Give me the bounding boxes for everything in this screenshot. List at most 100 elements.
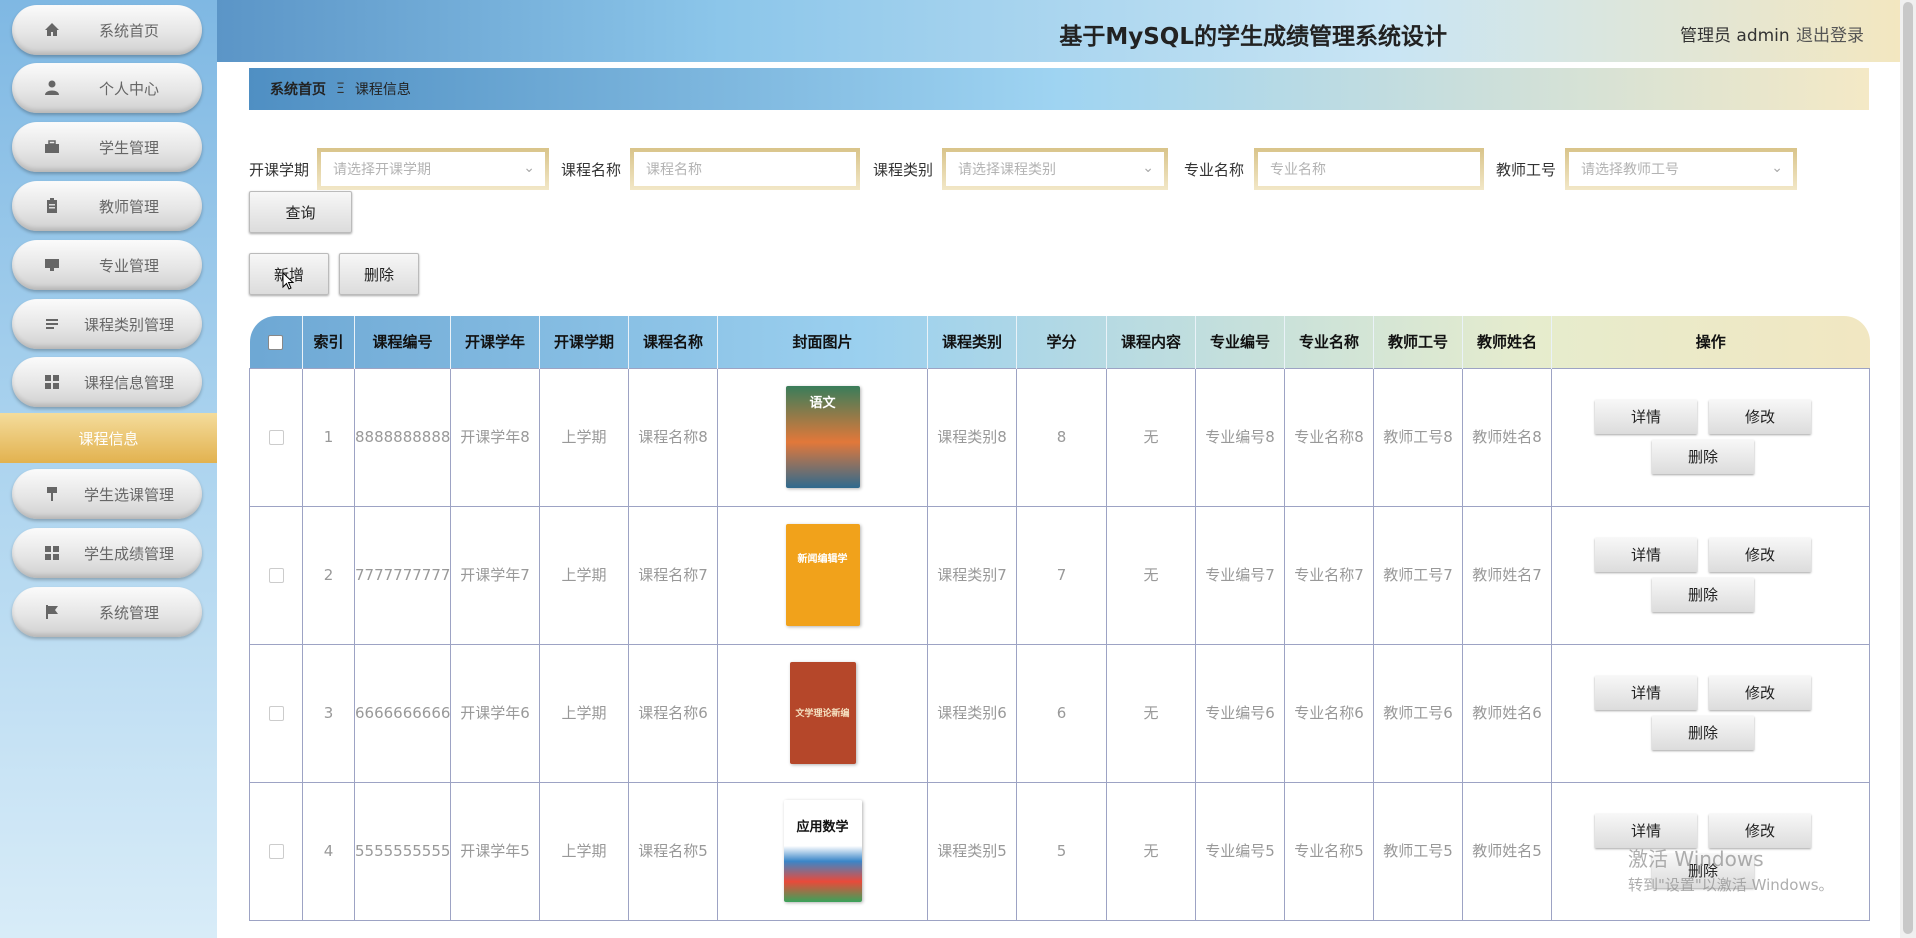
row-select[interactable] — [249, 367, 303, 507]
cell-credit: 7 — [1016, 505, 1107, 645]
major-name-placeholder: 专业名称 — [1270, 162, 1326, 178]
cell-teacher-no: 教师工号6 — [1373, 643, 1463, 783]
cover-image: 文学理论新编 — [789, 662, 856, 764]
sidebar-item-label: 系统首页 — [98, 21, 159, 40]
cell-content: 无 — [1106, 781, 1196, 921]
scrollbar-thumb[interactable] — [1903, 2, 1913, 934]
cell-cover: 新闻编辑学 — [717, 505, 928, 645]
sidebar-item-label: 教师管理 — [98, 197, 159, 216]
sidebar-item-course-types[interactable]: 课程类别管理 — [12, 299, 202, 349]
cell-major-name: 专业名称7 — [1284, 505, 1374, 645]
query-button[interactable]: 查询 — [249, 191, 352, 233]
course-type-select[interactable]: 请选择课程类别 ⌄ — [942, 148, 1168, 190]
sidebar-item-label: 学生成绩管理 — [83, 544, 174, 563]
cover-title: 文学理论新编 — [795, 709, 850, 719]
cell-index: 3 — [302, 643, 355, 783]
table-row: 1 8888888888 开课学年8 上学期 课程名称8 语文 课程类别8 8 … — [249, 367, 1870, 507]
delete-button[interactable]: 删除 — [339, 253, 419, 295]
sidebar-item-grades[interactable]: 学生成绩管理 — [12, 528, 202, 578]
cell-credit: 6 — [1016, 643, 1107, 783]
row-checkbox[interactable] — [268, 706, 284, 721]
teacher-no-placeholder: 请选择教师工号 — [1581, 162, 1679, 178]
grid-icon — [45, 375, 59, 389]
detail-button[interactable]: 详情 — [1595, 676, 1697, 710]
row-delete-button[interactable]: 删除 — [1652, 716, 1754, 750]
col-category: 课程类别 — [927, 316, 1017, 368]
sidebar-item-personal-center[interactable]: 个人中心 — [12, 63, 202, 113]
vertical-scrollbar[interactable] — [1900, 0, 1916, 938]
term-select[interactable]: 请选择开课学期 ⌄ — [317, 148, 549, 190]
edit-button[interactable]: 修改 — [1709, 538, 1811, 572]
col-index: 索引 — [302, 316, 355, 368]
sidebar-item-teachers[interactable]: 教师管理 — [12, 181, 202, 231]
sidebar-item-system[interactable]: 系统管理 — [12, 587, 202, 637]
col-major-name: 专业名称 — [1284, 316, 1374, 368]
course-name-input[interactable]: 课程名称 — [630, 148, 860, 190]
teacher-no-label: 教师工号 — [1496, 161, 1557, 179]
cell-course-no: 8888888888 — [354, 367, 451, 507]
select-all-checkbox[interactable] — [268, 334, 284, 350]
col-cover: 封面图片 — [717, 316, 928, 368]
mouse-cursor-icon — [282, 272, 294, 290]
watermark-line1: 激活 Windows — [1628, 847, 1764, 871]
col-course-no: 课程编号 — [354, 316, 451, 368]
monitor-icon — [45, 259, 59, 271]
cell-year: 开课学年8 — [450, 367, 540, 507]
cell-actions: 详情 修改 删除 — [1551, 505, 1870, 645]
chevron-down-icon: ⌄ — [1142, 160, 1154, 176]
cell-index: 1 — [302, 367, 355, 507]
cell-teacher-name: 教师姓名5 — [1462, 781, 1552, 921]
cell-major-name: 专业名称8 — [1284, 367, 1374, 507]
cell-major-no: 专业编号6 — [1195, 643, 1285, 783]
sidebar-subitem-course-info[interactable]: 课程信息 — [0, 413, 217, 463]
row-select[interactable] — [249, 505, 303, 645]
major-name-label: 专业名称 — [1184, 161, 1245, 179]
cell-major-no: 专业编号5 — [1195, 781, 1285, 921]
cell-course-name: 课程名称6 — [628, 643, 718, 783]
course-name-label: 课程名称 — [561, 161, 622, 179]
row-select[interactable] — [249, 643, 303, 783]
sidebar-item-home[interactable]: 系统首页 — [12, 5, 202, 55]
edit-button[interactable]: 修改 — [1709, 400, 1811, 434]
breadcrumb-separator-icon: Ξ — [336, 81, 345, 97]
cell-category: 课程类别6 — [927, 643, 1017, 783]
detail-button[interactable]: 详情 — [1595, 400, 1697, 434]
sidebar-item-label: 课程类别管理 — [83, 315, 174, 334]
sidebar-item-majors[interactable]: 专业管理 — [12, 240, 202, 290]
table-row: 4 5555555555 开课学年5 上学期 课程名称5 应用数学 课程类别5 … — [249, 781, 1870, 921]
edit-button[interactable]: 修改 — [1709, 676, 1811, 710]
cell-cover: 文学理论新编 — [717, 643, 928, 783]
major-name-input[interactable]: 专业名称 — [1254, 148, 1484, 190]
row-delete-button[interactable]: 删除 — [1652, 578, 1754, 612]
cell-year: 开课学年7 — [450, 505, 540, 645]
cover-image: 语文 — [785, 386, 860, 488]
row-delete-button[interactable]: 删除 — [1652, 440, 1754, 474]
sidebar-item-course-info[interactable]: 课程信息管理 — [12, 357, 202, 407]
row-checkbox[interactable] — [268, 844, 284, 859]
row-select[interactable] — [249, 781, 303, 921]
cell-teacher-name: 教师姓名7 — [1462, 505, 1552, 645]
sidebar-item-course-selection[interactable]: 学生选课管理 — [12, 469, 202, 519]
select-all-header[interactable] — [249, 316, 303, 368]
breadcrumb-home-link[interactable]: 系统首页 — [270, 79, 326, 99]
logout-link[interactable]: 退出登录 — [1796, 21, 1864, 46]
sidebar: 系统首页 个人中心 学生管理 教师管理 专业管理 课程类别管理 课程信息管理 课… — [0, 0, 217, 938]
row-checkbox[interactable] — [268, 568, 284, 583]
row-checkbox[interactable] — [268, 430, 284, 445]
sidebar-item-students[interactable]: 学生管理 — [12, 122, 202, 172]
watermark-line2: 转到"设置"以激活 Windows。 — [1628, 876, 1834, 894]
cell-actions: 详情 修改 删除 — [1551, 643, 1870, 783]
breadcrumb-current: 课程信息 — [354, 82, 411, 98]
teacher-no-select[interactable]: 请选择教师工号 ⌄ — [1565, 148, 1797, 190]
cell-category: 课程类别7 — [927, 505, 1017, 645]
cell-term: 上学期 — [539, 367, 629, 507]
col-course-name: 课程名称 — [628, 316, 718, 368]
table-row: 2 7777777777 开课学年7 上学期 课程名称7 新闻编辑学 课程类别7… — [249, 505, 1870, 645]
detail-button[interactable]: 详情 — [1595, 538, 1697, 572]
cell-course-name: 课程名称8 — [628, 367, 718, 507]
cell-credit: 5 — [1016, 781, 1107, 921]
flag-icon — [46, 605, 58, 619]
cover-image: 应用数学 — [783, 800, 862, 902]
cell-major-name: 专业名称6 — [1284, 643, 1374, 783]
sidebar-item-label: 个人中心 — [98, 79, 159, 98]
